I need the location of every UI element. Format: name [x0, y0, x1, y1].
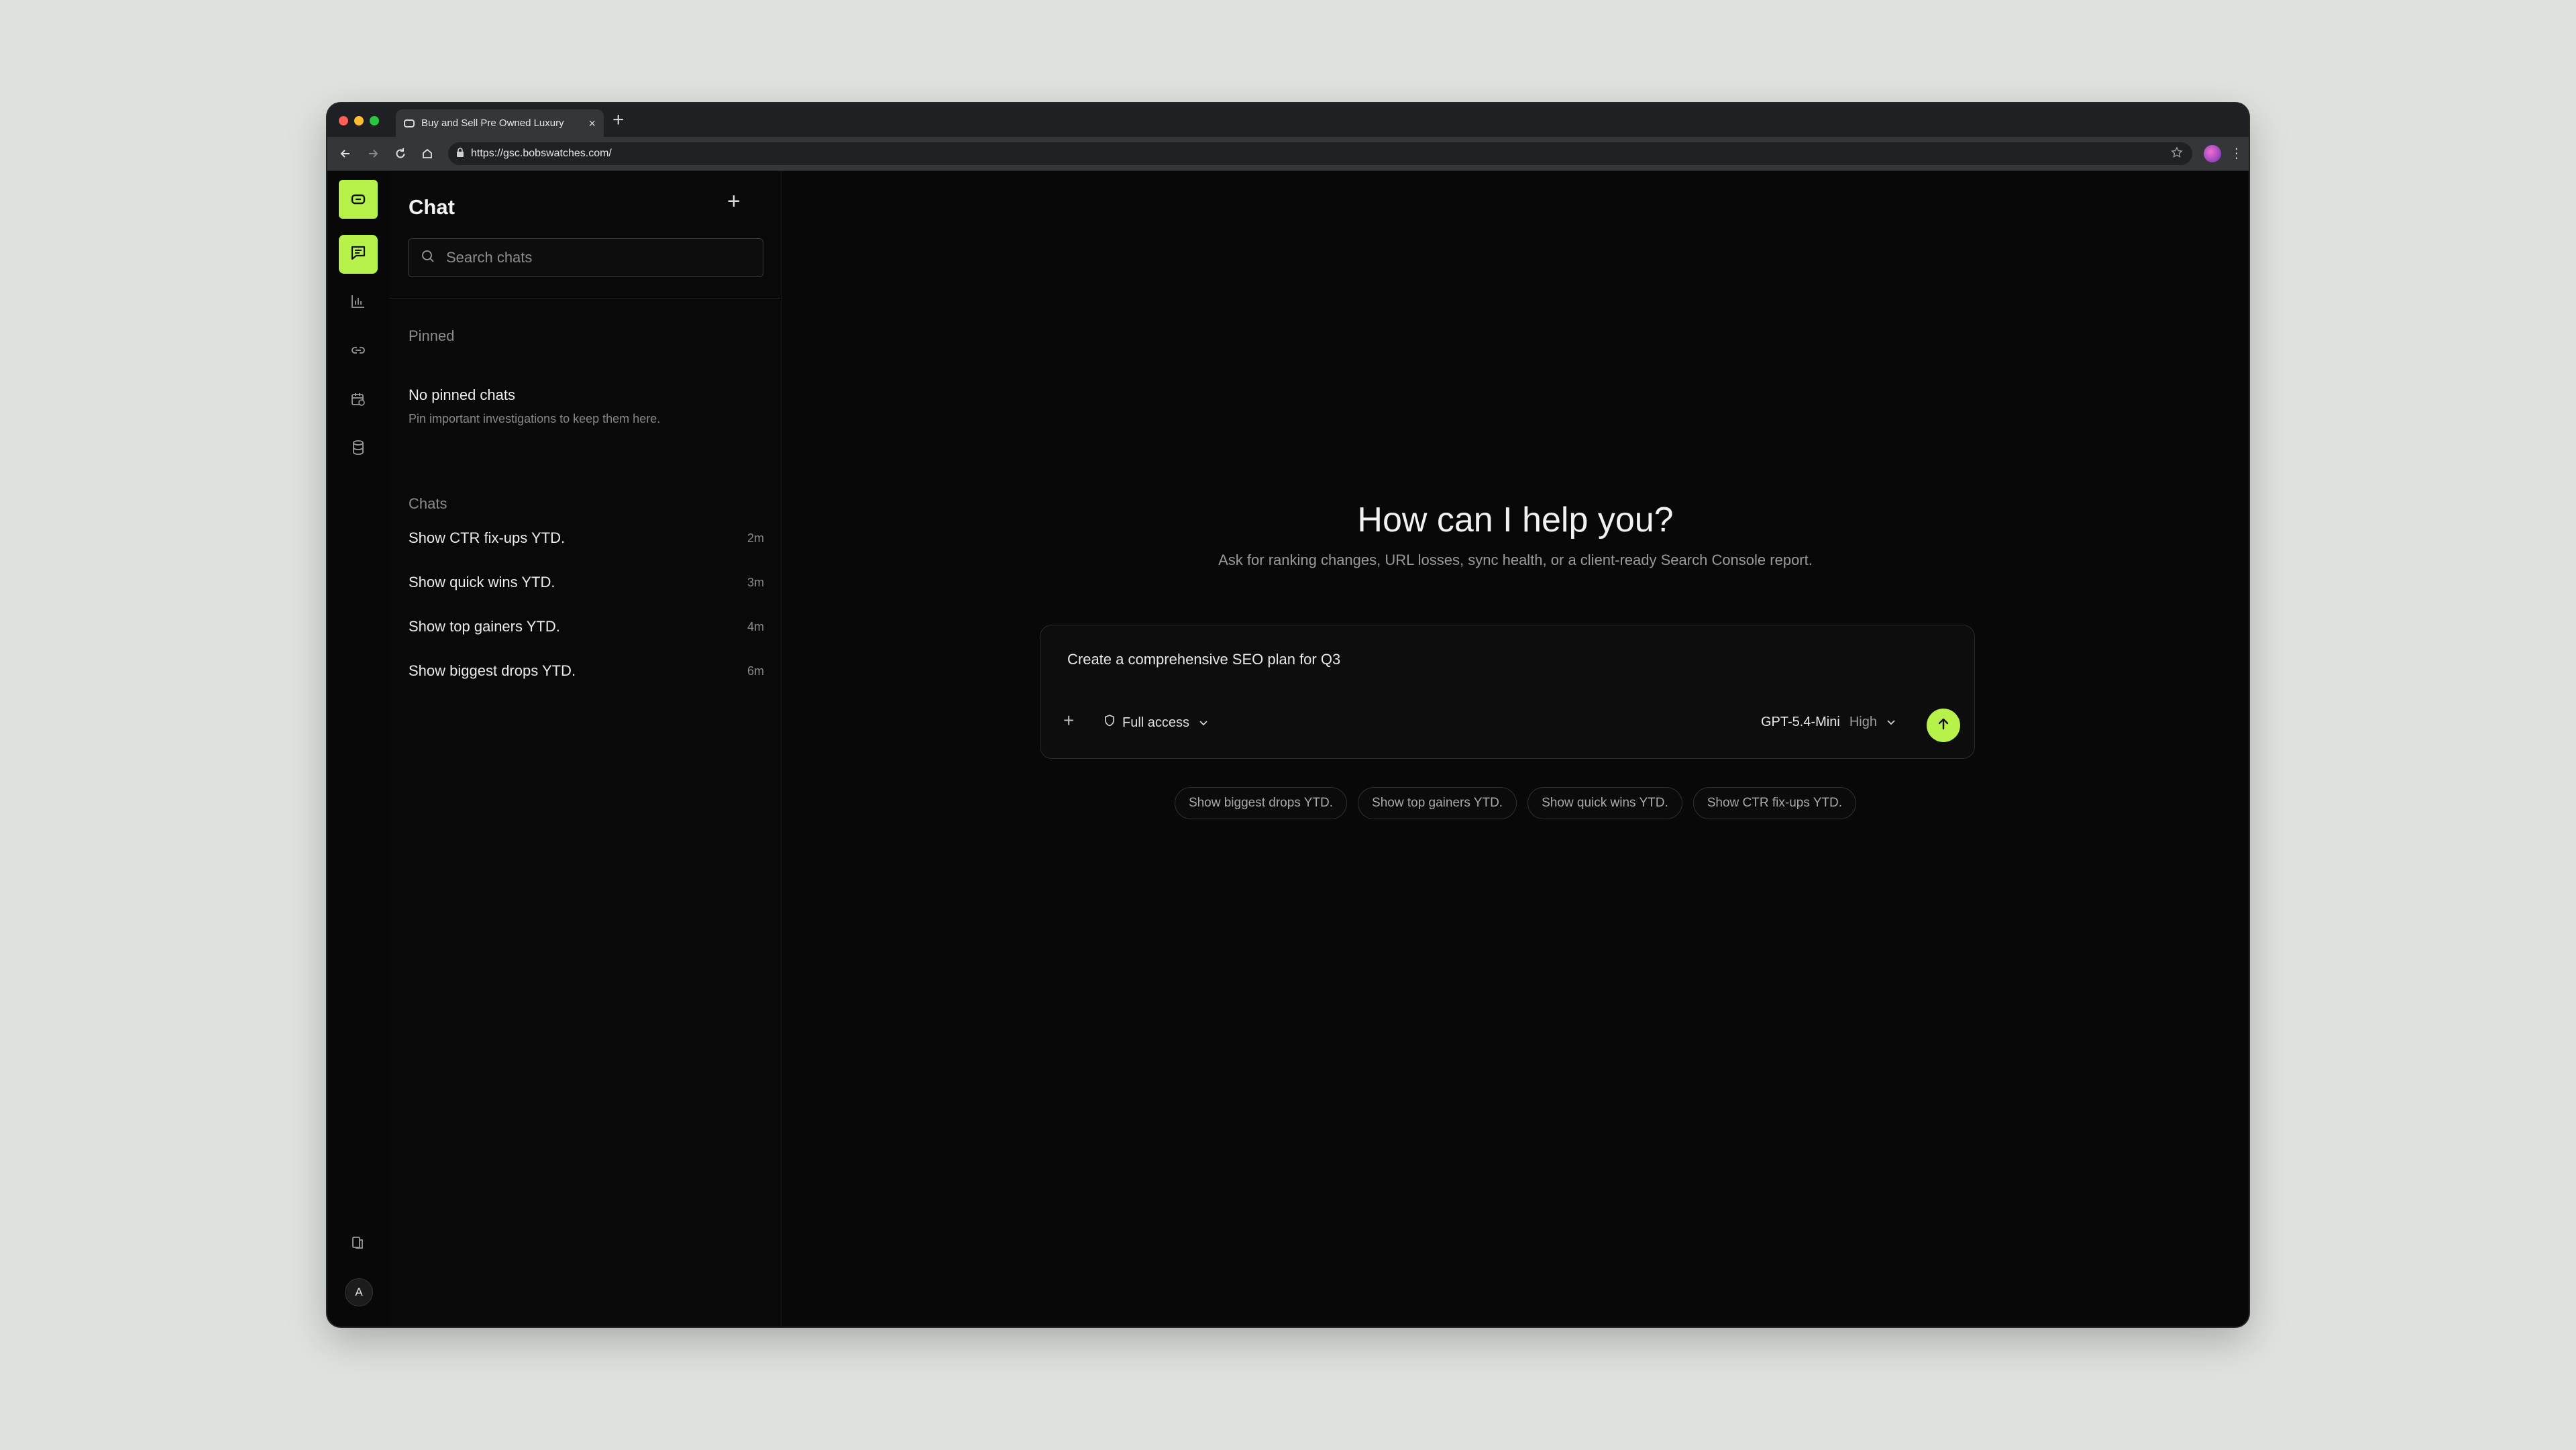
- send-button[interactable]: [1927, 709, 1960, 742]
- search-input[interactable]: [445, 248, 743, 267]
- bookmark-star-icon[interactable]: [2171, 146, 2183, 162]
- app: A Chat + Pinned No pinned chats Pin impo…: [327, 171, 2249, 1327]
- calendar-icon: [350, 391, 366, 411]
- chat-list-item[interactable]: Show top gainers YTD. 4m: [409, 613, 764, 640]
- favicon-icon: [404, 119, 415, 127]
- sidebar-title: Chat: [409, 195, 455, 219]
- reload-icon[interactable]: [392, 145, 409, 162]
- page-subtitle: Ask for ranking changes, URL losses, syn…: [1218, 552, 1813, 568]
- rail-links-button[interactable]: [339, 332, 378, 371]
- lock-icon: [456, 147, 464, 160]
- tab-close-icon[interactable]: ×: [588, 117, 596, 130]
- maximize-window-button[interactable]: [370, 116, 379, 125]
- chat-sidebar: Chat + Pinned No pinned chats Pin import…: [389, 171, 782, 1327]
- app-logo[interactable]: [339, 180, 378, 219]
- rail-schedule-button[interactable]: [339, 381, 378, 420]
- prompt-input[interactable]: Create a comprehensive SEO plan for Q3: [1067, 651, 1340, 668]
- suggestion-chips: Show biggest drops YTD. Show top gainers…: [782, 787, 2249, 819]
- chat-list-item[interactable]: Show CTR fix-ups YTD. 2m: [409, 525, 764, 552]
- browser-window: Buy and Sell Pre Owned Luxury × + https:…: [327, 103, 2249, 1327]
- new-chat-button[interactable]: +: [727, 190, 741, 213]
- divider: [389, 298, 782, 299]
- back-icon[interactable]: [337, 145, 354, 162]
- tab-title: Buy and Sell Pre Owned Luxury: [421, 117, 564, 129]
- chat-item-time: 4m: [747, 619, 764, 633]
- rail-analytics-button[interactable]: [339, 283, 378, 322]
- access-dropdown[interactable]: Full access: [1104, 714, 1208, 731]
- access-label: Full access: [1122, 715, 1190, 730]
- rail-chat-button[interactable]: [339, 235, 378, 274]
- search-chats[interactable]: [408, 238, 763, 277]
- composer[interactable]: Create a comprehensive SEO plan for Q3 +…: [1040, 625, 1975, 759]
- model-name: GPT-5.4-Mini: [1761, 715, 1840, 729]
- attach-button[interactable]: +: [1063, 711, 1074, 730]
- arrow-up-icon: [1936, 717, 1951, 735]
- minimize-window-button[interactable]: [354, 116, 364, 125]
- suggestion-chip[interactable]: Show biggest drops YTD.: [1174, 787, 1348, 819]
- effort-level: High: [1849, 715, 1877, 729]
- docs-icon: [350, 1235, 366, 1254]
- empty-pinned-subtitle: Pin important investigations to keep the…: [409, 412, 661, 425]
- browser-menu-icon[interactable]: ⋮: [2230, 145, 2243, 162]
- empty-pinned-title: No pinned chats: [409, 386, 515, 403]
- chat-item-label: Show quick wins YTD.: [409, 574, 555, 590]
- profile-avatar[interactable]: [2204, 145, 2221, 162]
- shield-icon: [1104, 714, 1116, 731]
- user-avatar[interactable]: A: [345, 1278, 373, 1306]
- browser-tab[interactable]: Buy and Sell Pre Owned Luxury ×: [396, 109, 604, 137]
- home-icon[interactable]: [419, 145, 436, 162]
- tab-bar: Buy and Sell Pre Owned Luxury × +: [327, 103, 2249, 137]
- chat-list-item[interactable]: Show quick wins YTD. 3m: [409, 569, 764, 596]
- suggestion-chip[interactable]: Show CTR fix-ups YTD.: [1693, 787, 1857, 819]
- address-bar[interactable]: https://gsc.bobswatches.com/: [448, 142, 2192, 165]
- url-text: https://gsc.bobswatches.com/: [471, 148, 612, 159]
- chats-section-label: Chats: [409, 495, 447, 512]
- database-icon: [350, 439, 366, 459]
- close-window-button[interactable]: [339, 116, 348, 125]
- suggestion-chip[interactable]: Show quick wins YTD.: [1527, 787, 1682, 819]
- chat-item-label: Show biggest drops YTD.: [409, 662, 576, 679]
- new-tab-button[interactable]: +: [612, 110, 625, 130]
- chat-item-label: Show top gainers YTD.: [409, 618, 560, 635]
- chat-item-time: 3m: [747, 575, 764, 589]
- chevron-down-icon: [1886, 715, 1896, 730]
- main-panel: How can I help you? Ask for ranking chan…: [782, 171, 2249, 1327]
- nav-rail: A: [327, 171, 390, 1327]
- chat-item-time: 2m: [747, 531, 764, 545]
- rail-docs-button[interactable]: [339, 1225, 378, 1263]
- chat-icon: [350, 244, 367, 265]
- chat-item-time: 6m: [747, 664, 764, 678]
- pinned-section-label: Pinned: [409, 327, 455, 344]
- forward-icon[interactable]: [364, 145, 382, 162]
- link-icon: [350, 342, 366, 362]
- rail-data-button[interactable]: [339, 429, 378, 468]
- model-selector[interactable]: GPT-5.4-Mini High: [1761, 715, 1896, 730]
- search-icon: [421, 249, 435, 267]
- chart-icon: [350, 293, 366, 313]
- chat-list-item[interactable]: Show biggest drops YTD. 6m: [409, 658, 764, 684]
- suggestion-chip[interactable]: Show top gainers YTD.: [1358, 787, 1517, 819]
- browser-toolbar: https://gsc.bobswatches.com/ ⋮: [327, 137, 2249, 171]
- chat-item-label: Show CTR fix-ups YTD.: [409, 529, 566, 546]
- page-title: How can I help you?: [1357, 501, 1674, 539]
- chevron-down-icon: [1199, 715, 1208, 731]
